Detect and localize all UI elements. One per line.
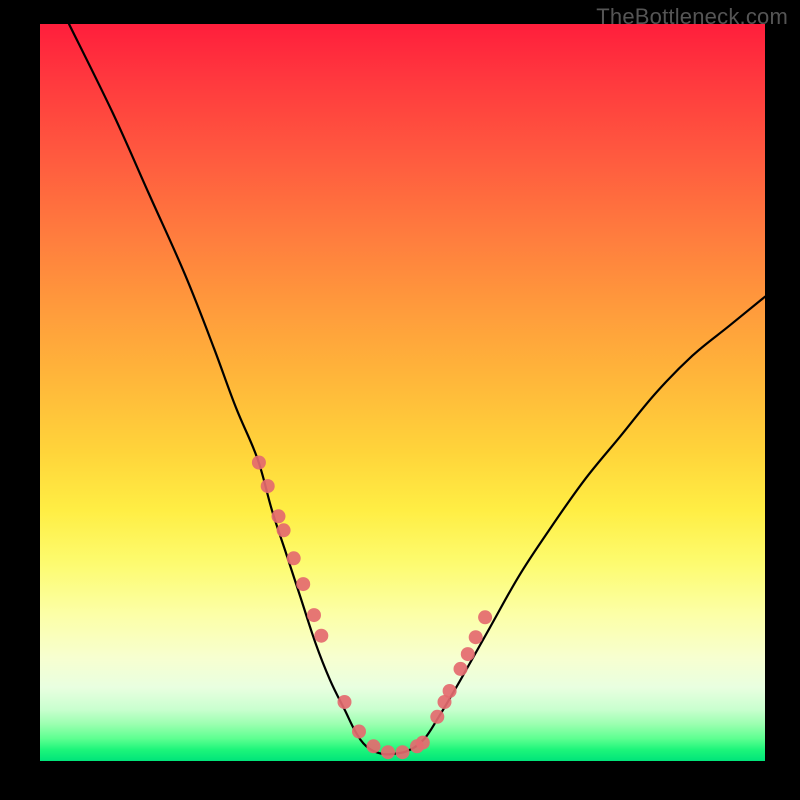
highlight-dot: [461, 647, 475, 661]
chart-svg: [40, 24, 765, 761]
highlight-dot: [367, 739, 381, 753]
highlight-dot: [430, 710, 444, 724]
highlight-dot: [381, 745, 395, 759]
highlight-dot: [396, 745, 410, 759]
highlight-dot: [272, 509, 286, 523]
highlight-dot: [277, 523, 291, 537]
highlight-dot: [307, 608, 321, 622]
highlight-dot: [296, 577, 310, 591]
highlight-dot: [338, 695, 352, 709]
highlight-dot: [314, 629, 328, 643]
highlight-dot: [416, 736, 430, 750]
plot-area: [40, 24, 765, 761]
highlight-dot: [261, 479, 275, 493]
highlight-dot: [443, 684, 457, 698]
highlight-dot: [352, 725, 366, 739]
chart-frame: TheBottleneck.com: [0, 0, 800, 800]
highlight-dot: [469, 630, 483, 644]
highlight-dot: [478, 610, 492, 624]
highlight-dots-group: [252, 456, 492, 760]
bottleneck-curve: [69, 24, 765, 754]
highlight-dot: [252, 456, 266, 470]
highlight-dot: [287, 551, 301, 565]
highlight-dot: [454, 662, 468, 676]
